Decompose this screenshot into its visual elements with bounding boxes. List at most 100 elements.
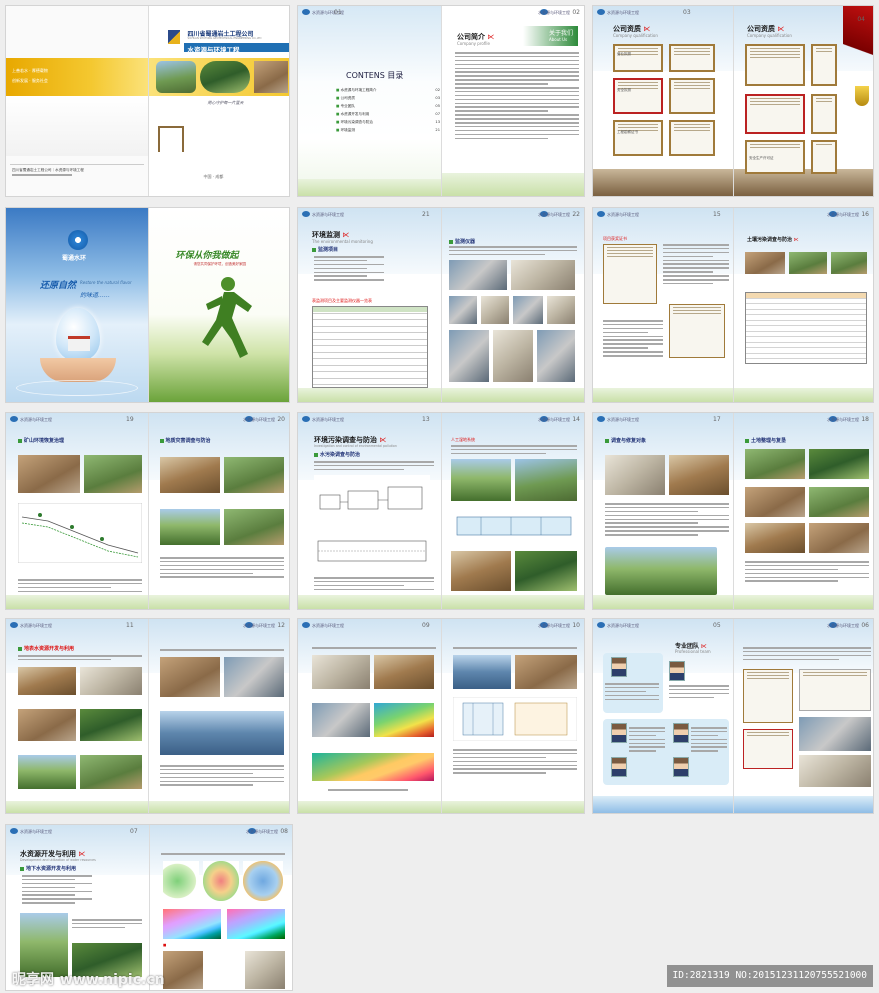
hazard-photo bbox=[159, 509, 220, 545]
farmland-photo bbox=[809, 523, 869, 553]
certificate bbox=[811, 140, 837, 174]
wetland-photo bbox=[451, 459, 511, 501]
survey-page-left: 水资源与环境工程 17 调查与修复对象 bbox=[593, 413, 733, 609]
cover-front-page: 四川省蜀通岩土工程公司 SICHUAN SHUTONG GEOTECHNICAL… bbox=[147, 6, 289, 196]
brand-runner-page: 环保从你我做起 请您共同保护环境，创造美好家园 bbox=[147, 208, 289, 402]
team-certificate bbox=[743, 729, 793, 769]
spread-qualifications: 水资源与环境工程 03 公司资质 ⋉ Company qualification… bbox=[592, 5, 874, 197]
spread-team: 水资源与环境工程 05 专业团队 ⋉ Professional team 水资源… bbox=[592, 618, 874, 814]
qual-page-left: 水资源与环境工程 03 公司资质 ⋉ Company qualification… bbox=[593, 6, 733, 196]
team-certificate bbox=[799, 669, 871, 711]
cover-photo-3 bbox=[253, 61, 288, 93]
toc-item[interactable]: ■ 水资源开发与利用 07 bbox=[336, 112, 440, 120]
soil-page-left: 水资源与环境工程 15 项目获奖证书 bbox=[593, 208, 733, 402]
field-photo bbox=[515, 655, 577, 689]
groundwater-map bbox=[163, 861, 199, 901]
qual-page-right: 04 公司资质 ⋉ Company qualification 安全生产许可证 bbox=[733, 6, 873, 196]
cover-tag-2: 创新发展 · 服务社会 bbox=[12, 78, 48, 83]
toc-item[interactable]: ■ 环境污染调查与防治 13 bbox=[336, 120, 440, 128]
toc-item[interactable]: ■ 公司资质 03 bbox=[336, 96, 440, 104]
cover-signpost-icon bbox=[157, 126, 184, 152]
water-source-photo bbox=[80, 755, 142, 789]
reservoir-lake-photo bbox=[159, 711, 284, 755]
reservoir-photo bbox=[159, 657, 220, 697]
water-drop-icon bbox=[56, 308, 100, 362]
farmland-photo bbox=[809, 487, 869, 517]
resistivity-map bbox=[374, 703, 434, 737]
spread-brand: 蜀通水环 还原自然 Restore the natural flavor 的味道… bbox=[5, 207, 290, 403]
mine-photo bbox=[84, 455, 142, 493]
cover-slogan: 用心守护每一片蓝天 bbox=[207, 100, 244, 105]
survey-drill-photo bbox=[669, 455, 729, 495]
cert-label: 营业执照 bbox=[617, 52, 631, 56]
brand-water-page: 蜀通水环 还原自然 Restore the natural flavor 的味道… bbox=[6, 208, 148, 402]
award-certificate bbox=[669, 304, 725, 358]
cert-label: 安全生产许可证 bbox=[749, 156, 774, 160]
dev-page-right: 水资源与环境工程 08 ■ bbox=[149, 825, 292, 990]
pollution-page-right: 水资源与环境工程 14 人工湿地系统 bbox=[441, 413, 584, 609]
wetland-photo bbox=[515, 459, 577, 501]
instrument-photo bbox=[449, 296, 477, 324]
instrument-photo bbox=[449, 330, 489, 382]
toc-item[interactable]: ■ 环境监测 21 bbox=[336, 128, 440, 136]
groundwater-map bbox=[203, 861, 239, 901]
hazard-photo bbox=[223, 509, 284, 545]
cover-photo-1 bbox=[155, 61, 196, 93]
surface-water-page-left: 水资源与环境工程 11 地表水资源开发与利用 bbox=[6, 619, 148, 813]
cover-footer-text: 四川省蜀通岩土工程公司｜水资源与环境工程 bbox=[12, 168, 84, 172]
team-member-photo bbox=[669, 661, 685, 681]
well-photo bbox=[163, 951, 203, 989]
water-source-photo bbox=[18, 755, 76, 789]
farmland-photo bbox=[745, 523, 805, 553]
instrument-photo bbox=[537, 330, 575, 382]
cover-title: 水资源与环境工程 bbox=[187, 46, 240, 54]
toc-heading: CONTENS 目录 bbox=[346, 71, 404, 80]
soil-title: 土壤污染调查与防治 ⋉ bbox=[747, 237, 799, 243]
mine-page-left: 水资源与环境工程 19 矿山环境恢复治理 bbox=[6, 413, 148, 609]
spread-pollution: 水资源与环境工程 13 环境污染调查与防治 ⋉ Investigation an… bbox=[297, 412, 585, 610]
spread-water-development: 水资源与环境工程 07 水资源开发与利用 ⋉ Development and u… bbox=[5, 824, 293, 991]
team-meeting-photo bbox=[799, 717, 871, 751]
mine-page-right: 水资源与环境工程 20 地质灾害调查与防治 bbox=[147, 413, 289, 609]
mine-profile-diagram bbox=[18, 503, 142, 563]
groundwater-contour-map bbox=[163, 909, 221, 939]
spread-soil: 水资源与环境工程 15 项目获奖证书 水资源与环境工程 16 土壤污染调查与防治… bbox=[592, 207, 874, 403]
nipic-watermark: 昵享网 www.nipic.cn bbox=[12, 972, 165, 988]
certificate bbox=[811, 44, 837, 86]
wetland-photo bbox=[451, 551, 511, 591]
team-member-photo bbox=[611, 723, 627, 743]
soil-photo bbox=[831, 252, 867, 274]
treatment-process-diagram bbox=[314, 475, 430, 525]
trophy-icon bbox=[855, 86, 869, 106]
toc-list: ■ 水资源与环境工程简介 02 ■ 公司资质 03 ■ 专业团队 05 ■ 水资源开发… bbox=[336, 88, 440, 136]
reservoir-photo bbox=[223, 657, 284, 697]
instrument-photo bbox=[511, 260, 575, 290]
instrument-photo bbox=[547, 296, 575, 324]
soil-photo bbox=[745, 252, 785, 274]
team-page-left: 水资源与环境工程 05 专业团队 ⋉ Professional team bbox=[593, 619, 733, 813]
page-number: 01 bbox=[334, 9, 342, 16]
field-page-right: 水资源与环境工程 10 bbox=[441, 619, 584, 813]
resistivity-profile bbox=[312, 753, 434, 781]
survey-equipment-photo bbox=[605, 455, 665, 495]
water-source-photo bbox=[18, 667, 76, 695]
field-photo bbox=[312, 703, 370, 737]
monitoring-page-left: 水资源与环境工程 21 环境监测 ⋉ The environmental mon… bbox=[298, 208, 441, 402]
treatment-section-diagram bbox=[314, 531, 430, 571]
instrument-photo bbox=[493, 330, 533, 382]
water-source-photo bbox=[80, 667, 142, 695]
cover-company-en: SICHUAN SHUTONG GEOTECHNICAL ENGINEERING… bbox=[187, 37, 262, 40]
spread-monitoring: 水资源与环境工程 21 环境监测 ⋉ The environmental mon… bbox=[297, 207, 585, 403]
cert-label: 安全执照 bbox=[617, 88, 631, 92]
farmland-photo bbox=[745, 449, 805, 479]
farmland-photo bbox=[809, 449, 869, 479]
toc-item[interactable]: ■ 水资源与环境工程简介 02 bbox=[336, 88, 440, 96]
team-member-photo bbox=[611, 757, 627, 777]
well-photo bbox=[245, 951, 285, 989]
spread-survey: 水资源与环境工程 17 调查与修复对象 水资源与环境工程 18 土地整理与复垦 bbox=[592, 412, 874, 610]
team-member-photo bbox=[673, 723, 689, 743]
about-body bbox=[455, 52, 579, 141]
toc-item[interactable]: ■ 专业团队 05 bbox=[336, 104, 440, 112]
surface-water-page-right: 水资源与环境工程 12 bbox=[147, 619, 289, 813]
certificate bbox=[669, 78, 715, 114]
